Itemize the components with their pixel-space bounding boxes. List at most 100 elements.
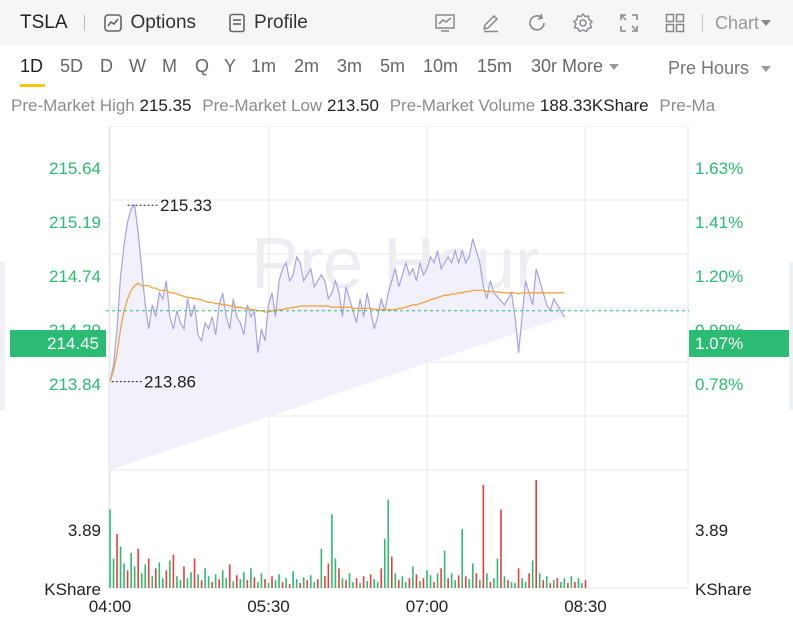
percent-tick-label: 0.78% (695, 375, 743, 394)
volume-bar (433, 582, 435, 588)
tab-day[interactable]: D (100, 56, 113, 77)
price-chart[interactable]: Pre Hour 215.64215.19214.74214.29213.84 … (0, 126, 793, 624)
volume-bar (507, 580, 509, 588)
top-bar: TSLA Options Profile Chart (0, 0, 793, 46)
refresh-icon (529, 13, 545, 31)
volume-bar (264, 579, 266, 588)
volume-bar (295, 579, 298, 588)
volume-bar (408, 578, 411, 588)
volume-bar (112, 558, 115, 588)
indicator-icon (435, 14, 455, 32)
volume-bar (457, 575, 460, 588)
volume-bar (486, 573, 488, 588)
indicator-button[interactable] (434, 12, 456, 34)
volume-bar (468, 579, 471, 588)
options-chart-icon (103, 14, 122, 32)
premarket-volume-value: 188.33KShare (539, 96, 649, 115)
tab-15m[interactable]: 15m (477, 56, 512, 77)
volume-bar (200, 580, 203, 588)
volume-bar (260, 573, 263, 588)
volume-bar (538, 573, 541, 588)
volume-bar (313, 582, 316, 588)
volume-bar (390, 556, 393, 588)
volume-bar (422, 578, 425, 588)
volume-bar (517, 568, 520, 588)
tab-10m[interactable]: 10m (423, 56, 458, 77)
volume-unit-left: KShare (44, 580, 101, 599)
volume-bar (369, 574, 372, 588)
layout-button[interactable] (664, 12, 686, 34)
volume-bar (338, 568, 340, 588)
premarket-low-value: 213.50 (326, 96, 379, 115)
tab-quarter[interactable]: Q (195, 56, 209, 77)
volume-bar (514, 583, 516, 588)
volume-bar (228, 564, 231, 588)
tab-2m[interactable]: 2m (294, 56, 319, 77)
tab-5m[interactable]: 5m (380, 56, 405, 77)
volume-bar (193, 558, 196, 588)
volume-bar (482, 484, 485, 588)
layout-grid-icon (665, 13, 685, 33)
volume-bar (281, 582, 284, 588)
volume-bar (345, 580, 347, 588)
volume-bar (560, 582, 562, 588)
volume-bar (140, 573, 143, 588)
volume-bar (133, 566, 136, 588)
price-tick-label: 213.84 (49, 375, 101, 394)
volume-bar (584, 580, 587, 588)
volume-bar (380, 568, 383, 588)
profile-button[interactable]: Profile (228, 12, 308, 34)
options-button[interactable]: Options (103, 12, 196, 34)
volume-bar (243, 572, 245, 588)
tab-3m[interactable]: 3m (337, 56, 362, 77)
session-label: Pre Hours (667, 58, 749, 78)
volume-bar (299, 583, 301, 588)
tab-month[interactable]: M (162, 56, 177, 77)
ticker-symbol[interactable]: TSLA (20, 12, 68, 34)
tab-more[interactable]: More (562, 56, 620, 77)
volume-bar (471, 563, 474, 588)
volume-bars (109, 479, 587, 588)
tab-week[interactable]: W (129, 56, 146, 77)
current-percent-label: 1.07% (695, 334, 743, 353)
volume-bar (387, 499, 390, 588)
volume-bar (165, 570, 168, 588)
tab-30m[interactable]: 30r (531, 56, 557, 77)
tab-1d[interactable]: 1D (20, 56, 43, 77)
volume-bar (461, 529, 464, 588)
volume-bar (130, 552, 132, 588)
current-price-label: 214.45 (47, 334, 99, 353)
volume-bar (383, 538, 386, 588)
fullscreen-button[interactable] (618, 12, 640, 34)
draw-button[interactable] (480, 12, 502, 34)
volume-bar (172, 554, 175, 588)
volume-unit-right: KShare (695, 580, 752, 599)
volume-bar (334, 558, 337, 588)
tab-1m[interactable]: 1m (251, 56, 276, 77)
session-dropdown[interactable]: Pre Hours (668, 58, 771, 79)
volume-bar (169, 560, 171, 588)
tab-5d[interactable]: 5D (60, 56, 83, 77)
volume-bar (292, 571, 294, 588)
chevron-down-icon (609, 63, 620, 70)
volume-bar (359, 583, 361, 588)
premarket-high-value: 215.35 (139, 96, 192, 115)
volume-bar (570, 576, 573, 588)
volume-bar (574, 582, 576, 588)
time-tick-label: 04:00 (89, 597, 132, 616)
volume-bar (398, 580, 400, 588)
chart-type-dropdown[interactable]: Chart (715, 13, 771, 34)
price-axis: 215.64215.19214.74214.29213.84 (49, 159, 101, 394)
tab-year[interactable]: Y (224, 56, 236, 77)
volume-bar (405, 582, 407, 588)
draw-pen-icon (482, 14, 499, 33)
volume-bar (553, 580, 555, 588)
chart-toolbar: Chart (434, 0, 793, 46)
volume-bar (535, 479, 537, 588)
options-label: Options (130, 12, 197, 33)
volume-bar (151, 576, 154, 588)
volume-bar (443, 550, 446, 588)
volume-bar (232, 581, 235, 588)
refresh-button[interactable] (526, 12, 548, 34)
settings-button[interactable] (572, 12, 594, 34)
